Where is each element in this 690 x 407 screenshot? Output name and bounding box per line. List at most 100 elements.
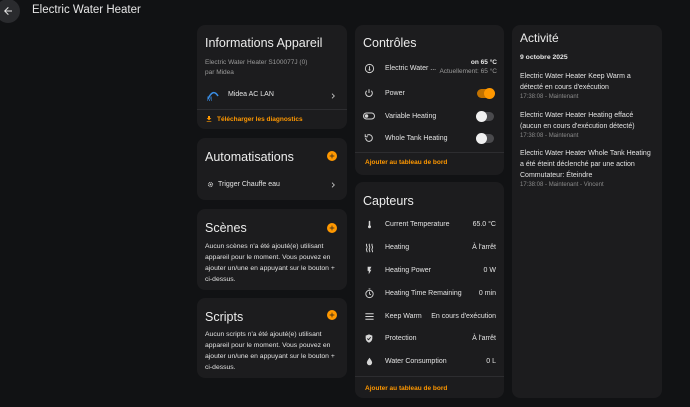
power-label: Power <box>385 89 405 97</box>
scripts-empty-text: Aucun scripts n'a été ajouté(e) utilisan… <box>205 331 335 371</box>
svg-text:M: M <box>207 97 212 102</box>
water-drop-icon <box>363 355 375 367</box>
arrow-left-icon <box>4 7 12 15</box>
shield-check-icon <box>363 332 375 344</box>
sensor-row-heating[interactable]: Heating À l'arrêt <box>355 237 504 257</box>
device-model: Electric Water Heater S100077J (0) <box>205 59 308 66</box>
automations-title: Automatisations <box>205 150 294 164</box>
whole-tank-toggle[interactable] <box>476 132 494 144</box>
activity-item[interactable]: Electric Water Heater Whole Tank Heating… <box>520 148 654 188</box>
page-title: Electric Water Heater <box>32 4 141 16</box>
device-manufacturer: par Midea <box>205 69 234 76</box>
add-automation-button[interactable] <box>327 151 337 161</box>
toggle-switch-icon <box>363 110 375 122</box>
gear-icon <box>207 181 214 188</box>
sensor-value: 0 L <box>486 357 496 365</box>
sensor-value: À l'arrêt <box>472 243 496 251</box>
integration-label: Midea AC LAN <box>228 91 274 98</box>
device-info-card: Informations Appareil Electric Water Hea… <box>197 25 347 129</box>
download-diagnostics-label: Télécharger les diagnostics <box>217 115 303 123</box>
integration-row[interactable]: M Midea AC LAN <box>197 87 347 105</box>
timer-icon <box>363 287 375 299</box>
sensor-label: Water Consumption <box>385 357 447 365</box>
scenes-title: Scènes <box>205 221 247 235</box>
sensor-row-heating-power[interactable]: Heating Power 0 W <box>355 260 504 280</box>
sensor-value: En cours d'exécution <box>431 312 496 320</box>
automation-item[interactable]: Trigger Chauffe eau <box>197 178 347 192</box>
climate-row[interactable]: Electric Water ... on 65 °C Actuellement… <box>355 57 504 79</box>
activity-date: 9 octobre 2025 <box>520 54 568 61</box>
controls-card: Contrôles Electric Water ... on 65 °C Ac… <box>355 25 504 175</box>
control-row-whole-tank: Whole Tank Heating <box>355 128 504 148</box>
divider <box>355 152 504 153</box>
activity-text: Electric Water Heater Whole Tank Heating… <box>520 150 651 179</box>
flash-icon <box>363 264 375 276</box>
device-info-title: Informations Appareil <box>205 36 323 50</box>
divider <box>355 376 504 377</box>
activity-card: Activité 9 octobre 2025 Electric Water H… <box>512 25 662 398</box>
keep-warm-icon <box>363 310 375 322</box>
sensors-title: Capteurs <box>363 194 414 208</box>
sensor-row-protection[interactable]: Protection À l'arrêt <box>355 328 504 348</box>
back-button[interactable] <box>0 0 20 23</box>
download-icon <box>206 116 212 122</box>
plus-icon <box>329 312 335 318</box>
activity-text: Electric Water Heater Heating effacé (au… <box>520 112 635 130</box>
power-icon <box>363 87 375 99</box>
variable-heating-toggle[interactable] <box>476 110 494 122</box>
plus-icon <box>329 153 335 159</box>
automations-card: Automatisations Trigger Chauffe eau <box>197 138 347 200</box>
sensor-value: 0 min <box>478 289 496 297</box>
power-toggle[interactable] <box>477 87 495 99</box>
sensor-label: Keep Warm <box>385 312 422 320</box>
add-script-button[interactable] <box>327 310 337 320</box>
sensor-label: Heating Power <box>385 266 431 274</box>
automation-label: Trigger Chauffe eau <box>218 181 280 188</box>
sensor-label: Protection <box>385 334 417 342</box>
activity-text: Electric Water Heater Keep Warm a détect… <box>520 73 631 91</box>
add-scene-button[interactable] <box>327 223 337 233</box>
scripts-title: Scripts <box>205 310 244 324</box>
controls-add-to-dashboard[interactable]: Ajouter au tableau de bord <box>365 159 447 166</box>
climate-current: Actuellement: 65 °C <box>439 68 497 75</box>
sensor-label: Heating Time Remaining <box>385 289 462 297</box>
activity-meta: 17:38:08 - Maintenant <box>520 133 579 139</box>
sensor-row-current-temperature[interactable]: Current Temperature 65.0 °C <box>355 214 504 234</box>
sensor-row-water-consumption[interactable]: Water Consumption 0 L <box>355 351 504 371</box>
sensor-row-heating-time-remaining[interactable]: Heating Time Remaining 0 min <box>355 283 504 303</box>
restart-icon <box>363 132 375 144</box>
thermostat-icon <box>363 62 375 74</box>
sensor-value: À l'arrêt <box>472 334 496 342</box>
controls-title: Contrôles <box>363 36 417 50</box>
sensor-value: 65.0 °C <box>472 220 496 228</box>
heat-waves-icon <box>363 241 375 253</box>
control-row-variable-heating: Variable Heating <box>355 106 504 126</box>
sensors-card: Capteurs Current Temperature 65.0 °C Hea… <box>355 182 504 398</box>
top-bar: Electric Water Heater <box>0 0 690 24</box>
sensor-row-keep-warm[interactable]: Keep Warm En cours d'exécution <box>355 306 504 326</box>
sensor-label: Current Temperature <box>385 220 450 228</box>
activity-item[interactable]: Electric Water Heater Heating effacé (au… <box>520 110 654 139</box>
chevron-right-icon <box>331 182 335 188</box>
chevron-right-icon <box>331 93 335 99</box>
sensor-value: 0 W <box>483 266 496 274</box>
sensor-label: Heating <box>385 243 410 251</box>
scenes-empty-text: Aucun scènes n'a été ajouté(e) utilisant… <box>205 243 335 283</box>
activity-title: Activité <box>520 31 559 45</box>
thermometer-icon <box>363 218 375 230</box>
activity-item[interactable]: Electric Water Heater Keep Warm a détect… <box>520 71 654 100</box>
climate-name: Electric Water ... <box>385 64 437 72</box>
control-row-power: Power <box>355 83 504 103</box>
activity-meta: 17:38:08 - Maintenant - Vincent <box>520 182 604 188</box>
activity-meta: 17:38:08 - Maintenant <box>520 94 579 100</box>
plus-icon <box>329 225 335 231</box>
whole-tank-label: Whole Tank Heating <box>385 134 448 142</box>
sensors-add-to-dashboard[interactable]: Ajouter au tableau de bord <box>365 385 447 392</box>
climate-state: on 65 °C <box>470 59 497 66</box>
midea-logo-icon: M <box>207 91 219 102</box>
variable-heating-label: Variable Heating <box>385 112 437 120</box>
download-diagnostics-link[interactable]: Télécharger les diagnostics <box>205 114 303 124</box>
scripts-card: Scripts Aucun scripts n'a été ajouté(e) … <box>197 298 347 378</box>
scenes-card: Scènes Aucun scènes n'a été ajouté(e) ut… <box>197 209 347 290</box>
divider <box>197 109 347 110</box>
